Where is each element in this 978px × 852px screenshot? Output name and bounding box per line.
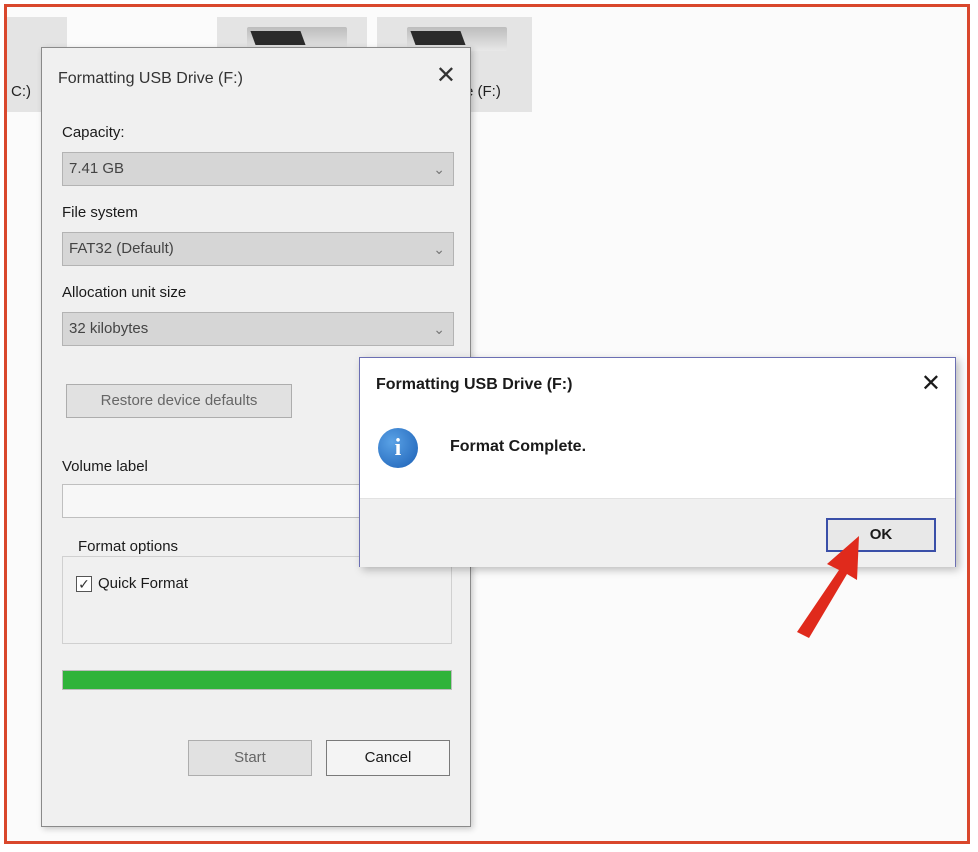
chevron-down-icon: ⌄ [433,241,445,257]
message-dialog-title: Formatting USB Drive (F:) [376,376,573,393]
volume-label-label: Volume label [62,458,148,475]
file-system-value: FAT32 (Default) [69,240,174,257]
allocation-unit-select[interactable]: 32 kilobytes ⌄ [62,312,454,346]
format-progress-bar [62,670,452,690]
format-options-title: Format options [76,538,181,555]
quick-format-checkbox[interactable]: ✓ [76,576,92,592]
start-button[interactable]: Start [188,740,312,776]
format-options-group [62,556,452,644]
format-dialog-title: Formatting USB Drive (F:) [58,70,243,87]
chevron-down-icon: ⌄ [433,321,445,337]
progress-fill [63,671,451,689]
volume-label-input[interactable] [62,484,362,518]
allocation-unit-value: 32 kilobytes [69,320,149,337]
info-icon: i [378,428,418,468]
capacity-value: 7.41 GB [69,160,125,177]
drive-c-label: C:) [11,83,31,100]
allocation-unit-label: Allocation unit size [62,284,187,301]
capacity-select[interactable]: 7.41 GB ⌄ [62,152,454,186]
capacity-label: Capacity: [62,124,125,141]
quick-format-label[interactable]: Quick Format [98,575,188,592]
close-icon[interactable]: ✕ [921,372,941,396]
file-system-select[interactable]: FAT32 (Default) ⌄ [62,232,454,266]
close-icon[interactable]: ✕ [436,64,456,88]
restore-defaults-button[interactable]: Restore device defaults [66,384,292,418]
cancel-button[interactable]: Cancel [326,740,450,776]
chevron-down-icon: ⌄ [433,161,445,177]
file-system-label: File system [62,204,138,221]
message-text: Format Complete. [450,438,587,455]
screenshot-frame: C:) e (F:) Formatting USB Drive (F:) ✕ C… [4,4,970,844]
red-arrow-icon [797,536,859,638]
